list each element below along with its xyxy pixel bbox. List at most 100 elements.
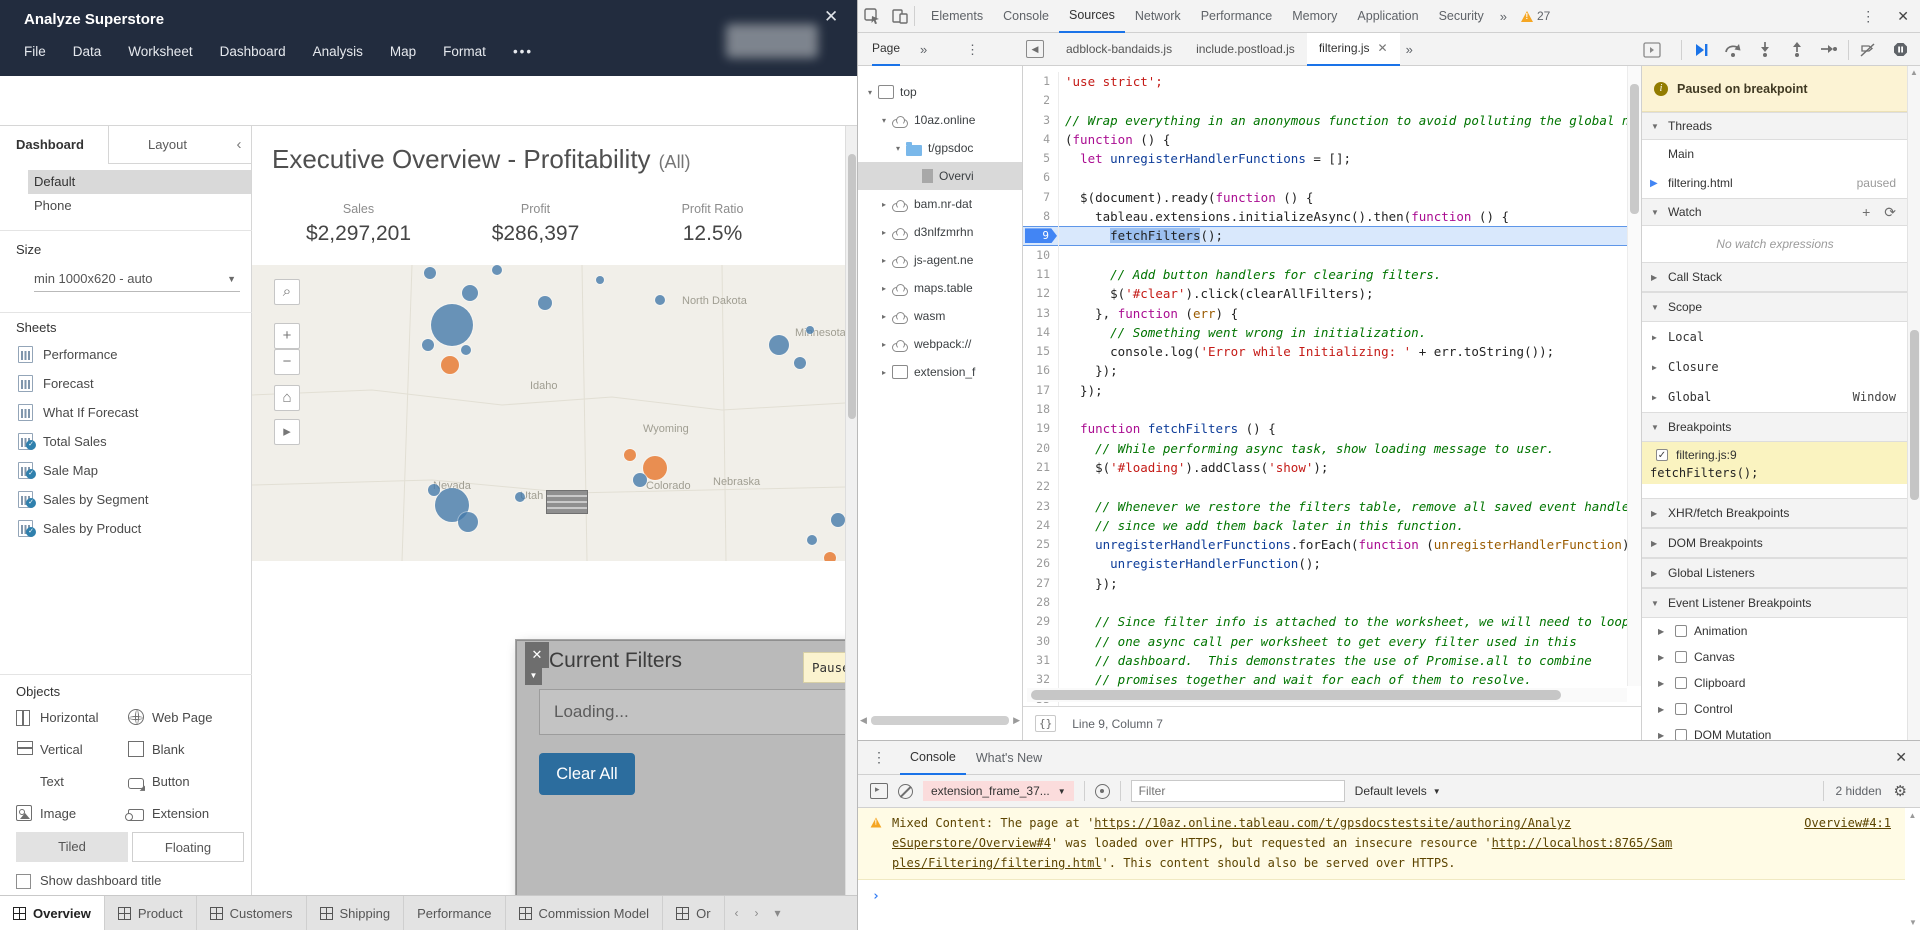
- section-threads[interactable]: ▼Threads: [1642, 112, 1908, 140]
- event-breakpoint-dom-mutation[interactable]: ▶DOM Mutation: [1642, 722, 1908, 740]
- devtools-tab-memory[interactable]: Memory: [1282, 0, 1347, 33]
- sheet-item-what-if-forecast[interactable]: What If Forecast: [0, 398, 252, 427]
- tree-item-maps-table[interactable]: ▸maps.table: [858, 274, 1022, 302]
- map-zoom-out-icon[interactable]: −: [274, 349, 300, 375]
- sheet-item-forecast[interactable]: Forecast: [0, 369, 252, 398]
- line-number[interactable]: 32: [1023, 670, 1059, 689]
- sheet-item-performance[interactable]: Performance: [0, 340, 252, 369]
- devtools-menu-icon[interactable]: ⋮: [1851, 8, 1885, 25]
- tree-expander-icon[interactable]: ▸: [878, 256, 890, 265]
- tree-item-t-gpsdoc[interactable]: ▾t/gpsdoc: [858, 134, 1022, 162]
- event-breakpoint-animation[interactable]: ▶Animation: [1642, 618, 1908, 644]
- sheet-tab-customers[interactable]: Customers: [197, 896, 307, 930]
- tab-console[interactable]: Console: [900, 741, 966, 775]
- line-number[interactable]: 2: [1023, 91, 1059, 110]
- line-number[interactable]: 17: [1023, 381, 1059, 400]
- refresh-watch-icon[interactable]: ⟳: [1884, 204, 1896, 221]
- scroll-left-icon[interactable]: ◀: [860, 715, 867, 726]
- close-icon[interactable]: ✕: [824, 7, 838, 27]
- debugger-vscrollbar[interactable]: ▲: [1907, 66, 1920, 740]
- line-number[interactable]: 6: [1023, 168, 1059, 187]
- devtools-tab-performance[interactable]: Performance: [1191, 0, 1283, 33]
- line-number[interactable]: 4: [1023, 130, 1059, 149]
- tree-expander-icon[interactable]: ▾: [892, 144, 904, 153]
- javascript-context-dropdown[interactable]: extension_frame_37... ▼: [923, 781, 1074, 801]
- step-out-icon[interactable]: [1784, 38, 1810, 62]
- line-number[interactable]: 29: [1023, 612, 1059, 631]
- navigator-menu-icon[interactable]: ⋮: [966, 33, 979, 66]
- section-dom-breakpoints[interactable]: ▶DOM Breakpoints: [1642, 528, 1908, 558]
- menu-analysis[interactable]: Analysis: [313, 44, 363, 59]
- device-toolbar-icon[interactable]: [886, 8, 914, 24]
- message-link[interactable]: https://10az.online.tableau.com/t/gpsdoc…: [1094, 816, 1571, 830]
- event-breakpoint-checkbox[interactable]: [1675, 729, 1687, 740]
- remove-object-icon[interactable]: ✕: [525, 642, 549, 668]
- map-search-icon[interactable]: ⌕: [274, 279, 300, 305]
- line-number[interactable]: 27: [1023, 574, 1059, 593]
- sheet-tab-commission-model[interactable]: Commission Model: [506, 896, 664, 930]
- scope-local[interactable]: ▶Local: [1642, 322, 1908, 352]
- object-blank[interactable]: Blank: [128, 738, 185, 760]
- console-vscrollbar[interactable]: ▲▼: [1906, 811, 1919, 927]
- map-pan-icon[interactable]: ▸: [274, 419, 300, 445]
- console-sidebar-icon[interactable]: [870, 783, 888, 799]
- thread-main[interactable]: Main: [1642, 140, 1908, 168]
- object-button[interactable]: Button: [128, 770, 190, 792]
- line-number[interactable]: 21: [1023, 458, 1059, 477]
- line-number[interactable]: 13: [1023, 304, 1059, 323]
- line-number[interactable]: 8: [1023, 207, 1059, 226]
- line-number[interactable]: 7: [1023, 188, 1059, 207]
- sheet-item-total-sales[interactable]: ✓Total Sales: [0, 427, 252, 456]
- line-number[interactable]: 11: [1023, 265, 1059, 284]
- map-home-icon[interactable]: ⌂: [274, 385, 300, 411]
- console-settings-gear-icon[interactable]: ⚙: [1894, 782, 1907, 800]
- tree-expander-icon[interactable]: ▸: [878, 312, 890, 321]
- sheet-tab-shipping[interactable]: Shipping: [307, 896, 405, 930]
- devtools-tab-security[interactable]: Security: [1429, 0, 1494, 33]
- object-web[interactable]: Web Page: [128, 706, 212, 728]
- tab-prev-icon[interactable]: ‹: [735, 906, 739, 920]
- inspect-element-icon[interactable]: [858, 8, 886, 24]
- editor-vscrollbar[interactable]: [1627, 66, 1641, 686]
- line-number[interactable]: 24: [1023, 516, 1059, 535]
- section-breakpoints[interactable]: ▼Breakpoints: [1642, 412, 1908, 442]
- canvas-scrollbar[interactable]: [845, 126, 857, 895]
- line-number[interactable]: 14: [1023, 323, 1059, 342]
- devtools-tab-elements[interactable]: Elements: [921, 0, 993, 33]
- line-number[interactable]: 18: [1023, 400, 1059, 419]
- pretty-print-icon[interactable]: {}: [1035, 715, 1056, 732]
- line-number[interactable]: 22: [1023, 477, 1059, 496]
- file-tab-filtering.js[interactable]: filtering.js✕: [1307, 33, 1400, 66]
- line-number[interactable]: 28: [1023, 593, 1059, 612]
- tree-item-extension-f[interactable]: ▸extension_f: [858, 358, 1022, 386]
- hidden-messages-count[interactable]: 2 hidden: [1836, 784, 1882, 798]
- line-number[interactable]: 20: [1023, 439, 1059, 458]
- tab-page[interactable]: Page: [872, 33, 900, 66]
- console-close-icon[interactable]: ✕: [1881, 749, 1920, 766]
- line-number[interactable]: 10: [1023, 246, 1059, 265]
- tree-expander-icon[interactable]: ▸: [878, 368, 890, 377]
- breakpoint-checkbox[interactable]: ✓: [1656, 449, 1668, 461]
- event-breakpoint-control[interactable]: ▶Control: [1642, 696, 1908, 722]
- navigator-more-tabs-icon[interactable]: »: [920, 33, 927, 66]
- pause-on-exceptions-icon[interactable]: [1887, 38, 1913, 62]
- editor-hscrollbar[interactable]: [1027, 688, 1627, 702]
- tree-item-js-agent-ne[interactable]: ▸js-agent.ne: [858, 246, 1022, 274]
- navigator-hscrollbar[interactable]: ◀ ▶: [860, 714, 1020, 727]
- section-event-listener-breakpoints[interactable]: ▼Event Listener Breakpoints: [1642, 588, 1908, 618]
- tab-whats-new[interactable]: What's New: [966, 741, 1052, 775]
- devtools-close-icon[interactable]: ✕: [1885, 8, 1920, 25]
- show-dashboard-title-checkbox[interactable]: [16, 874, 31, 889]
- event-breakpoint-checkbox[interactable]: [1675, 677, 1687, 689]
- scope-closure[interactable]: ▶Closure: [1642, 352, 1908, 382]
- event-breakpoint-clipboard[interactable]: ▶Clipboard: [1642, 670, 1908, 696]
- object-horizontal[interactable]: Horizontal: [16, 706, 99, 728]
- step-over-icon[interactable]: [1720, 38, 1746, 62]
- event-breakpoint-checkbox[interactable]: [1675, 651, 1687, 663]
- clear-all-button[interactable]: Clear All: [539, 753, 635, 795]
- devtools-tab-application[interactable]: Application: [1347, 0, 1428, 33]
- section-call-stack[interactable]: ▶Call Stack: [1642, 262, 1908, 292]
- menu-dashboard[interactable]: Dashboard: [220, 44, 286, 59]
- scroll-up-icon[interactable]: ▲: [1910, 68, 1918, 77]
- object-text[interactable]: Text: [16, 770, 64, 792]
